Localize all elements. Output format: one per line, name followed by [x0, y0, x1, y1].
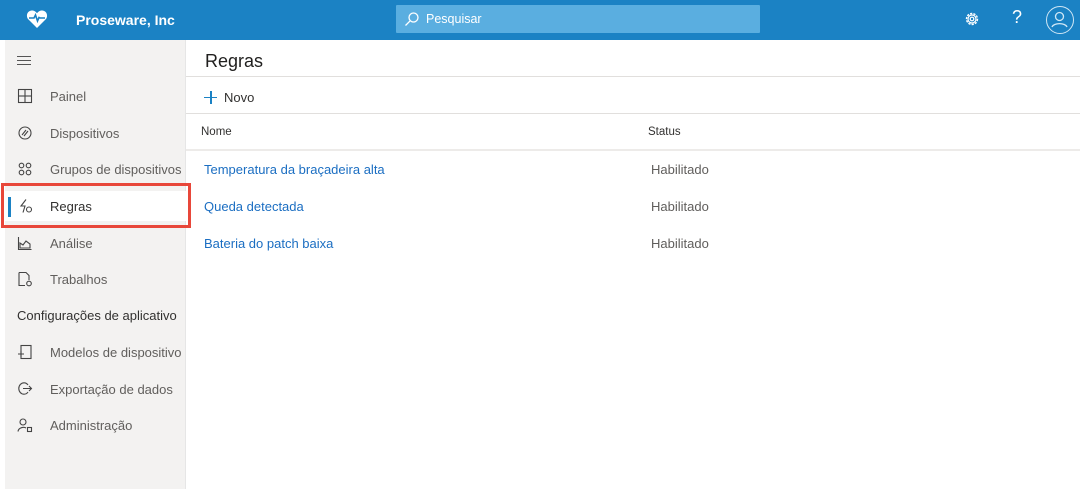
search-placeholder: Pesquisar [426, 12, 482, 26]
table-row[interactable]: Temperatura da braçadeira alta Habilitad… [186, 151, 1080, 188]
sidebar-item-label: Grupos de dispositivos [50, 162, 182, 177]
hamburger-menu-icon[interactable] [17, 56, 31, 66]
devices-icon [18, 126, 32, 140]
active-indicator [8, 197, 11, 217]
rule-name-link[interactable]: Queda detectada [204, 199, 304, 214]
page-title: Regras [205, 51, 264, 71]
sidebar-item-label: Administração [50, 418, 133, 433]
sidebar-item-trabalhos[interactable]: Trabalhos [5, 264, 186, 294]
sidebar-item-label: Regras [50, 199, 92, 214]
divider [186, 113, 1080, 114]
heart-pulse-logo-icon [26, 10, 48, 28]
sidebar-item-label: Dispositivos [50, 126, 120, 141]
rule-status: Habilitado [651, 162, 709, 177]
column-header-status[interactable]: Status [648, 126, 681, 138]
sidebar-item-label: Análise [50, 236, 93, 251]
top-bar: Proseware, Inc Pesquisar ? [0, 0, 1080, 40]
search-box[interactable]: Pesquisar [396, 5, 760, 33]
data-export-icon [18, 382, 33, 395]
sidebar-item-exportacao-de-dados[interactable]: Exportação de dados [5, 374, 186, 404]
sidebar-item-administracao[interactable]: Administração [5, 410, 186, 440]
sidebar-item-painel[interactable]: Painel [5, 81, 186, 111]
new-rule-button[interactable]: Novo [204, 87, 254, 107]
table-row[interactable]: Bateria do patch baixa Habilitado [186, 225, 1080, 262]
help-icon[interactable]: ? [1010, 7, 1024, 28]
sidebar-item-dispositivos[interactable]: Dispositivos [5, 118, 186, 148]
jobs-icon [18, 271, 32, 287]
dashboard-icon [17, 88, 33, 104]
sidebar-item-grupos-de-dispositivos[interactable]: Grupos de dispositivos [5, 154, 186, 184]
new-button-label: Novo [224, 89, 255, 105]
section-title: Configurações de aplicativo [17, 308, 177, 323]
rule-status: Habilitado [651, 199, 709, 214]
avatar[interactable] [1046, 6, 1074, 34]
brand-name[interactable]: Proseware, Inc [76, 12, 175, 28]
analytics-icon [17, 237, 32, 251]
sidebar-item-label: Modelos de dispositivo [50, 345, 182, 360]
administration-icon [17, 418, 33, 433]
rules-icon [19, 199, 33, 213]
sidebar-item-modelos-de-dispositivo[interactable]: Modelos de dispositivo [5, 337, 186, 367]
rule-status: Habilitado [651, 236, 709, 251]
main-content: Regras Novo Nome Status Temperatura da b… [186, 40, 1080, 489]
divider [186, 76, 1080, 77]
sidebar-item-label: Trabalhos [50, 272, 108, 287]
sidebar-item-label: Painel [50, 89, 87, 104]
column-header-nome[interactable]: Nome [201, 126, 232, 138]
sidebar: Painel Dispositivos Grupos de dispositiv… [5, 40, 186, 489]
rule-name-link[interactable]: Bateria do patch baixa [204, 236, 333, 251]
user-icon [1051, 11, 1068, 28]
table-row[interactable]: Queda detectada Habilitado [186, 188, 1080, 225]
gear-icon[interactable] [963, 10, 981, 28]
plus-icon [204, 90, 217, 104]
sidebar-item-label: Exportação de dados [50, 382, 173, 397]
sidebar-item-regras[interactable]: Regras [5, 191, 186, 221]
search-icon [405, 12, 419, 26]
sidebar-item-analise[interactable]: Análise [5, 228, 186, 258]
device-groups-icon [18, 162, 32, 176]
device-templates-icon [18, 344, 32, 360]
rule-name-link[interactable]: Temperatura da braçadeira alta [204, 162, 385, 177]
